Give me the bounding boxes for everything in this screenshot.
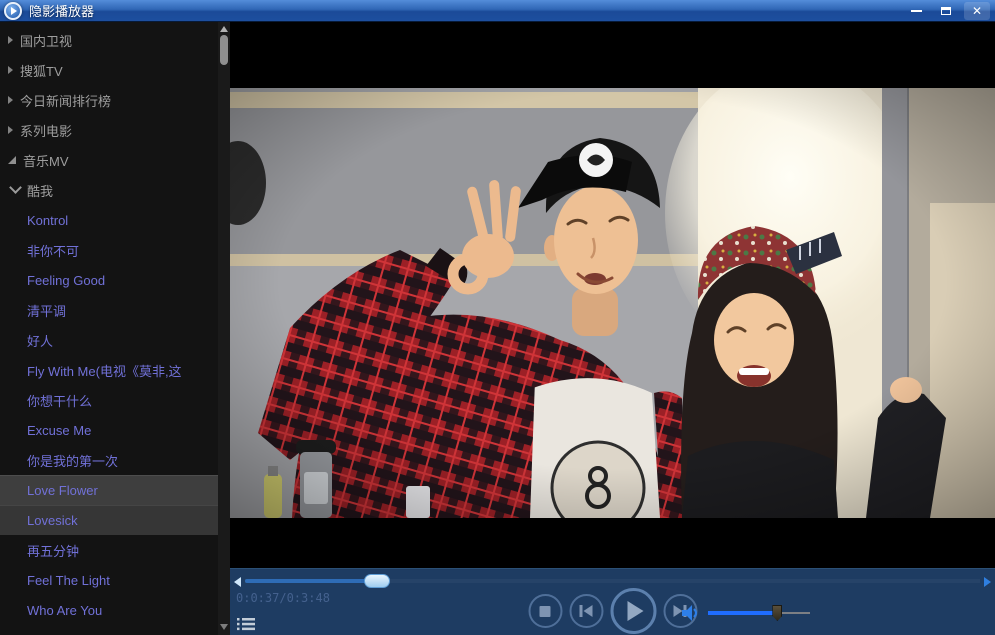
playlist-item[interactable]: Excuse Me bbox=[0, 415, 218, 445]
playlist-item[interactable]: Love Flower bbox=[0, 475, 218, 505]
volume-thumb[interactable] bbox=[772, 605, 782, 621]
stop-button[interactable] bbox=[528, 594, 562, 628]
playlist-item[interactable]: Feel The Light bbox=[0, 565, 218, 595]
stop-icon bbox=[540, 606, 551, 617]
expand-arrow-icon[interactable] bbox=[8, 96, 13, 104]
scroll-down-icon[interactable] bbox=[220, 624, 228, 630]
play-icon bbox=[628, 601, 644, 621]
window-title: 隐影播放器 bbox=[29, 1, 94, 20]
playlist-item[interactable]: 再五分钟 bbox=[0, 535, 218, 565]
item-label: 你想干什么 bbox=[27, 391, 92, 410]
item-label: Who Are You bbox=[27, 603, 102, 618]
item-label: 你是我的第一次 bbox=[27, 451, 118, 470]
close-icon: ✕ bbox=[972, 4, 982, 18]
item-label: 音乐MV bbox=[23, 151, 69, 170]
collapse-arrow-icon[interactable] bbox=[9, 181, 22, 194]
collapse-arrow-icon[interactable] bbox=[8, 156, 16, 164]
playlist-item[interactable]: 清平调 bbox=[0, 295, 218, 325]
scroll-up-icon[interactable] bbox=[220, 26, 228, 32]
item-label: 好人 bbox=[27, 331, 53, 350]
scrollbar-thumb[interactable] bbox=[220, 35, 228, 65]
expand-arrow-icon[interactable] bbox=[8, 126, 13, 134]
window-titlebar[interactable]: 隐影播放器 ✕ bbox=[0, 0, 995, 22]
item-label: Fly With Me(电视《莫非,这 bbox=[27, 361, 182, 380]
tree-node[interactable]: 搜狐TV bbox=[0, 55, 218, 85]
item-label: 非你不可 bbox=[27, 241, 79, 260]
time-display: 0:0:37/0:3:48 bbox=[236, 591, 330, 605]
player-controlbar: 0:0:37/0:3:48 bbox=[230, 568, 995, 635]
tree-node[interactable]: 今日新闻排行榜 bbox=[0, 85, 218, 115]
expand-arrow-icon[interactable] bbox=[8, 36, 13, 44]
seek-bar[interactable] bbox=[230, 573, 995, 589]
item-label: Lovesick bbox=[27, 513, 78, 528]
item-label: 酷我 bbox=[27, 181, 53, 200]
volume-slider[interactable] bbox=[708, 612, 810, 614]
item-label: 今日新闻排行榜 bbox=[20, 91, 111, 110]
play-glyph bbox=[11, 7, 17, 15]
playlist-icon bbox=[237, 617, 255, 631]
previous-icon bbox=[580, 605, 593, 617]
seek-right-arrow-icon[interactable] bbox=[984, 577, 991, 587]
item-label: 系列电影 bbox=[20, 121, 72, 140]
playlist-button[interactable] bbox=[237, 617, 255, 631]
expand-arrow-icon[interactable] bbox=[8, 66, 13, 74]
maximize-icon bbox=[941, 7, 951, 15]
tree-node[interactable]: 酷我 bbox=[0, 175, 218, 205]
transport-controls bbox=[528, 588, 697, 634]
item-label: 再五分钟 bbox=[27, 541, 79, 560]
speaker-icon[interactable] bbox=[682, 605, 700, 621]
video-display[interactable] bbox=[230, 22, 995, 568]
player-window: 隐影播放器 ✕ 国内卫视搜狐TV 今日新闻排行榜系列电影音乐MV 酷我 Kontrol… bbox=[0, 0, 995, 635]
minimize-icon bbox=[911, 10, 922, 12]
item-label: Love Flower bbox=[27, 483, 98, 498]
channel-sidebar: 国内卫视搜狐TV 今日新闻排行榜系列电影音乐MV 酷我 Kontrol 非你不可 Feel… bbox=[0, 22, 230, 635]
playlist-item[interactable]: Kontrol bbox=[0, 205, 218, 235]
item-label: 清平调 bbox=[27, 301, 66, 320]
seek-track[interactable] bbox=[245, 579, 980, 583]
playlist-item[interactable]: 你是我的第一次 bbox=[0, 445, 218, 475]
progress-fill bbox=[245, 579, 377, 583]
video-frame-illustration bbox=[230, 88, 995, 518]
app-logo-icon bbox=[4, 2, 22, 20]
playlist-item[interactable]: Feeling Good bbox=[0, 265, 218, 295]
playlist-item[interactable]: Who Are You bbox=[0, 595, 218, 625]
item-label: Feel The Light bbox=[27, 573, 110, 588]
maximize-button[interactable] bbox=[933, 2, 959, 20]
item-label: Feeling Good bbox=[27, 273, 105, 288]
tree-node[interactable]: 系列电影 bbox=[0, 115, 218, 145]
tree-node[interactable]: 音乐MV bbox=[0, 145, 218, 175]
item-label: Excuse Me bbox=[27, 423, 91, 438]
tree-node[interactable]: 国内卫视 bbox=[0, 25, 218, 55]
channel-tree: 国内卫视搜狐TV 今日新闻排行榜系列电影音乐MV 酷我 Kontrol 非你不可 Feel… bbox=[0, 22, 218, 635]
minimize-button[interactable] bbox=[903, 2, 929, 20]
play-button[interactable] bbox=[610, 588, 656, 634]
playlist-item[interactable]: 好人 bbox=[0, 325, 218, 355]
previous-button[interactable] bbox=[569, 594, 603, 628]
item-label: Kontrol bbox=[27, 213, 68, 228]
progress-thumb[interactable] bbox=[364, 574, 390, 588]
sidebar-scrollbar[interactable] bbox=[218, 22, 230, 635]
item-label: 国内卫视 bbox=[20, 31, 72, 50]
playlist-item[interactable]: 你想干什么 bbox=[0, 385, 218, 415]
playlist-item[interactable]: Lovesick bbox=[0, 505, 218, 535]
volume-control bbox=[682, 602, 810, 624]
seek-left-arrow-icon[interactable] bbox=[234, 577, 241, 587]
item-label: 搜狐TV bbox=[20, 61, 63, 80]
volume-fill bbox=[708, 611, 777, 615]
close-button[interactable]: ✕ bbox=[964, 2, 990, 20]
playlist-item[interactable]: 非你不可 bbox=[0, 235, 218, 265]
playlist-item[interactable]: Fly With Me(电视《莫非,这 bbox=[0, 355, 218, 385]
